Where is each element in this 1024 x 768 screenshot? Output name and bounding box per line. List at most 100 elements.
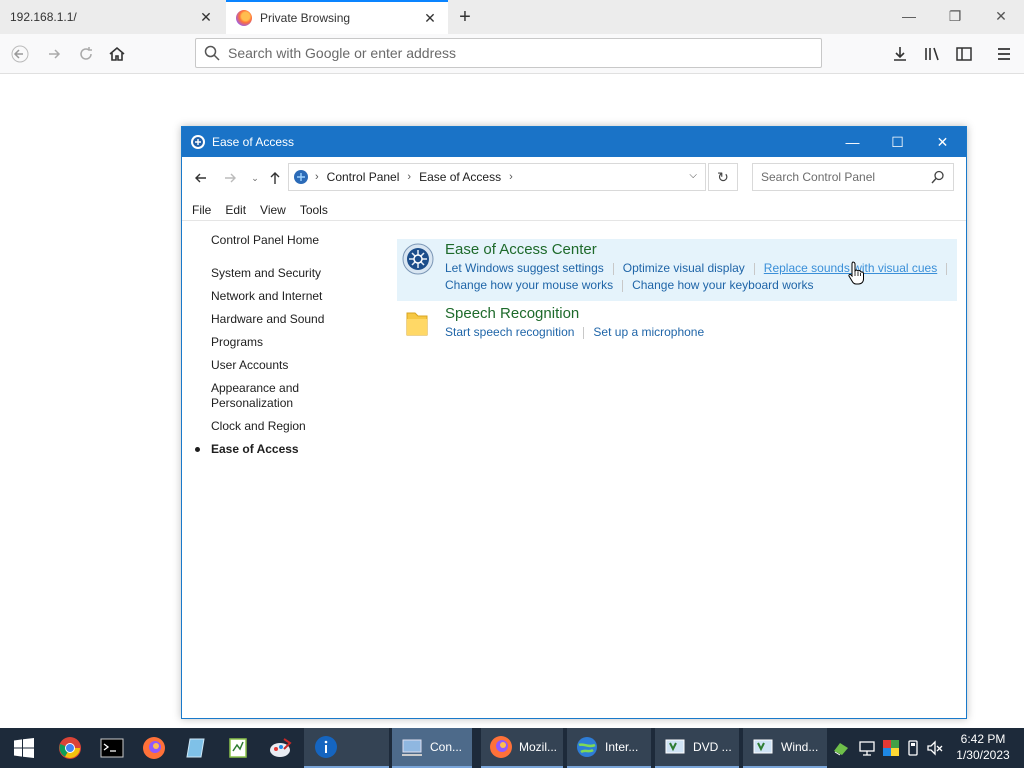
sidebar-item-hardware-and-sound[interactable]: Hardware and Sound bbox=[211, 312, 371, 327]
notes-taskbar-icon[interactable] bbox=[176, 728, 216, 768]
menu-file[interactable]: File bbox=[192, 203, 211, 217]
home-button[interactable] bbox=[103, 40, 131, 68]
dvd-icon bbox=[665, 739, 685, 754]
sidebar-item-user-accounts[interactable]: User Accounts bbox=[211, 358, 371, 373]
clock[interactable]: 6:42 PM 1/30/2023 bbox=[948, 731, 1018, 763]
sidebar-item-clock-and-region[interactable]: Clock and Region bbox=[211, 419, 371, 434]
restore-button[interactable]: ❐ bbox=[932, 0, 978, 32]
taskbar-windows[interactable]: Wind... bbox=[743, 728, 827, 768]
address-bar[interactable] bbox=[195, 38, 822, 68]
breadcrumb-control-panel[interactable]: Control Panel bbox=[327, 170, 400, 184]
sidebar: Control Panel Home System and Security N… bbox=[195, 233, 371, 465]
search-input[interactable] bbox=[761, 170, 926, 184]
sidebar-item-appearance-and-personalization[interactable]: Appearance and Personalization bbox=[211, 381, 321, 411]
back-button[interactable] bbox=[6, 40, 34, 68]
usb-icon[interactable] bbox=[906, 739, 920, 757]
paint-taskbar-icon[interactable] bbox=[260, 728, 300, 768]
taskbar: Con... Mozil... Inter... DVD ... Wind...… bbox=[0, 728, 1024, 768]
reload-icon bbox=[80, 47, 92, 60]
library-icon bbox=[925, 47, 939, 61]
search-box[interactable] bbox=[752, 163, 954, 191]
category-title[interactable]: Ease of Access Center bbox=[445, 241, 957, 259]
taskbar-control-panel[interactable]: Con... bbox=[392, 728, 472, 768]
info-icon bbox=[315, 736, 337, 758]
ease-of-access-icon bbox=[191, 135, 205, 149]
browser-tab-bar: 192.168.1.1/ ✕ Private Browsing ✕ + — ❐ … bbox=[0, 0, 1024, 34]
forward-button[interactable] bbox=[219, 167, 241, 189]
forward-button[interactable] bbox=[40, 40, 68, 68]
sidebar-item-system-and-security[interactable]: System and Security bbox=[211, 266, 371, 281]
hamburger-menu-icon bbox=[998, 48, 1010, 60]
sidebar-item-ease-of-access: Ease of Access bbox=[195, 442, 371, 457]
hand-cursor-icon bbox=[848, 261, 864, 285]
window-minimize-button[interactable]: — bbox=[830, 127, 875, 157]
menu-tools[interactable]: Tools bbox=[300, 203, 328, 217]
forward-arrow-icon bbox=[49, 49, 61, 59]
network-tray-icon[interactable] bbox=[832, 739, 850, 757]
link-start-speech-recognition[interactable]: Start speech recognition bbox=[445, 325, 574, 339]
menu-view[interactable]: View bbox=[260, 203, 286, 217]
forward-arrow-icon bbox=[225, 173, 236, 183]
taskbar-internet[interactable]: Inter... bbox=[567, 728, 651, 768]
recent-locations-dropdown[interactable]: ⌄ bbox=[244, 167, 266, 189]
link-change-how-your-mouse-works[interactable]: Change how your mouse works bbox=[445, 278, 613, 292]
sidebar-item-programs[interactable]: Programs bbox=[211, 335, 371, 350]
clock-date: 1/30/2023 bbox=[956, 748, 1010, 762]
downloads-button[interactable] bbox=[886, 40, 914, 68]
sidebar-toggle-button[interactable] bbox=[950, 40, 978, 68]
divider bbox=[753, 262, 755, 275]
chrome-icon bbox=[59, 737, 81, 759]
ethernet-icon[interactable] bbox=[858, 739, 876, 757]
terminal-taskbar-icon[interactable] bbox=[92, 728, 132, 768]
muted-speaker-icon[interactable] bbox=[926, 739, 944, 757]
close-icon[interactable]: ✕ bbox=[422, 10, 438, 26]
breadcrumb-ease-of-access[interactable]: Ease of Access bbox=[419, 170, 501, 184]
new-tab-button[interactable]: + bbox=[452, 4, 478, 30]
chevron-down-icon[interactable]: ⌵ bbox=[689, 170, 697, 181]
window-title: Ease of Access bbox=[212, 135, 295, 149]
breadcrumb[interactable]: › Control Panel › Ease of Access › ⌵ bbox=[288, 163, 706, 191]
taskbar-mozilla[interactable]: Mozil... bbox=[481, 728, 563, 768]
category-list: Ease of Access Center Let Windows sugges… bbox=[397, 239, 957, 345]
start-button[interactable] bbox=[4, 728, 44, 768]
menu-edit[interactable]: Edit bbox=[225, 203, 246, 217]
tab-router[interactable]: 192.168.1.1/ ✕ bbox=[0, 0, 224, 34]
color-palette-icon[interactable] bbox=[882, 739, 900, 757]
minimize-button[interactable]: — bbox=[886, 0, 932, 32]
globe-icon bbox=[577, 737, 597, 757]
sidebar-item-network-and-internet[interactable]: Network and Internet bbox=[211, 289, 371, 304]
back-button[interactable] bbox=[190, 167, 212, 189]
address-input[interactable] bbox=[228, 45, 808, 61]
firefox-taskbar-icon[interactable] bbox=[134, 728, 174, 768]
back-arrow-icon bbox=[195, 173, 206, 183]
divider bbox=[583, 326, 585, 339]
link-let-windows-suggest-settings[interactable]: Let Windows suggest settings bbox=[445, 261, 604, 275]
task-label: DVD ... bbox=[693, 740, 732, 754]
up-button[interactable] bbox=[264, 167, 286, 189]
taskbar-dvd[interactable]: DVD ... bbox=[655, 728, 739, 768]
link-set-up-a-microphone[interactable]: Set up a microphone bbox=[593, 325, 704, 339]
reload-button[interactable] bbox=[72, 40, 100, 68]
close-window-button[interactable]: ✕ bbox=[978, 0, 1024, 32]
window-close-button[interactable]: ✕ bbox=[920, 127, 965, 157]
library-button[interactable] bbox=[918, 40, 946, 68]
menu-bar: File Edit View Tools bbox=[182, 199, 966, 221]
tab-private-browsing[interactable]: Private Browsing ✕ bbox=[226, 0, 448, 34]
close-icon[interactable]: ✕ bbox=[198, 9, 214, 25]
menu-button[interactable] bbox=[990, 40, 1018, 68]
link-change-how-your-keyboard-works[interactable]: Change how your keyboard works bbox=[632, 278, 813, 292]
paint-icon bbox=[270, 738, 292, 757]
task-label: Mozil... bbox=[519, 740, 558, 754]
link-optimize-visual-display[interactable]: Optimize visual display bbox=[623, 261, 745, 275]
window-title-bar[interactable]: Ease of Access — ☐ ✕ bbox=[182, 127, 966, 157]
category-title[interactable]: Speech Recognition bbox=[445, 305, 957, 323]
taskbar-info-app[interactable] bbox=[304, 728, 389, 768]
tab-title: Private Browsing bbox=[260, 11, 351, 25]
editor-taskbar-icon[interactable] bbox=[218, 728, 258, 768]
refresh-button[interactable]: ↻ bbox=[708, 163, 738, 191]
sidebar-item-control-panel-home[interactable]: Control Panel Home bbox=[211, 233, 371, 248]
task-label: Inter... bbox=[605, 740, 639, 754]
window-maximize-button[interactable]: ☐ bbox=[875, 127, 920, 157]
download-icon bbox=[894, 47, 906, 61]
chrome-taskbar-icon[interactable] bbox=[50, 728, 90, 768]
